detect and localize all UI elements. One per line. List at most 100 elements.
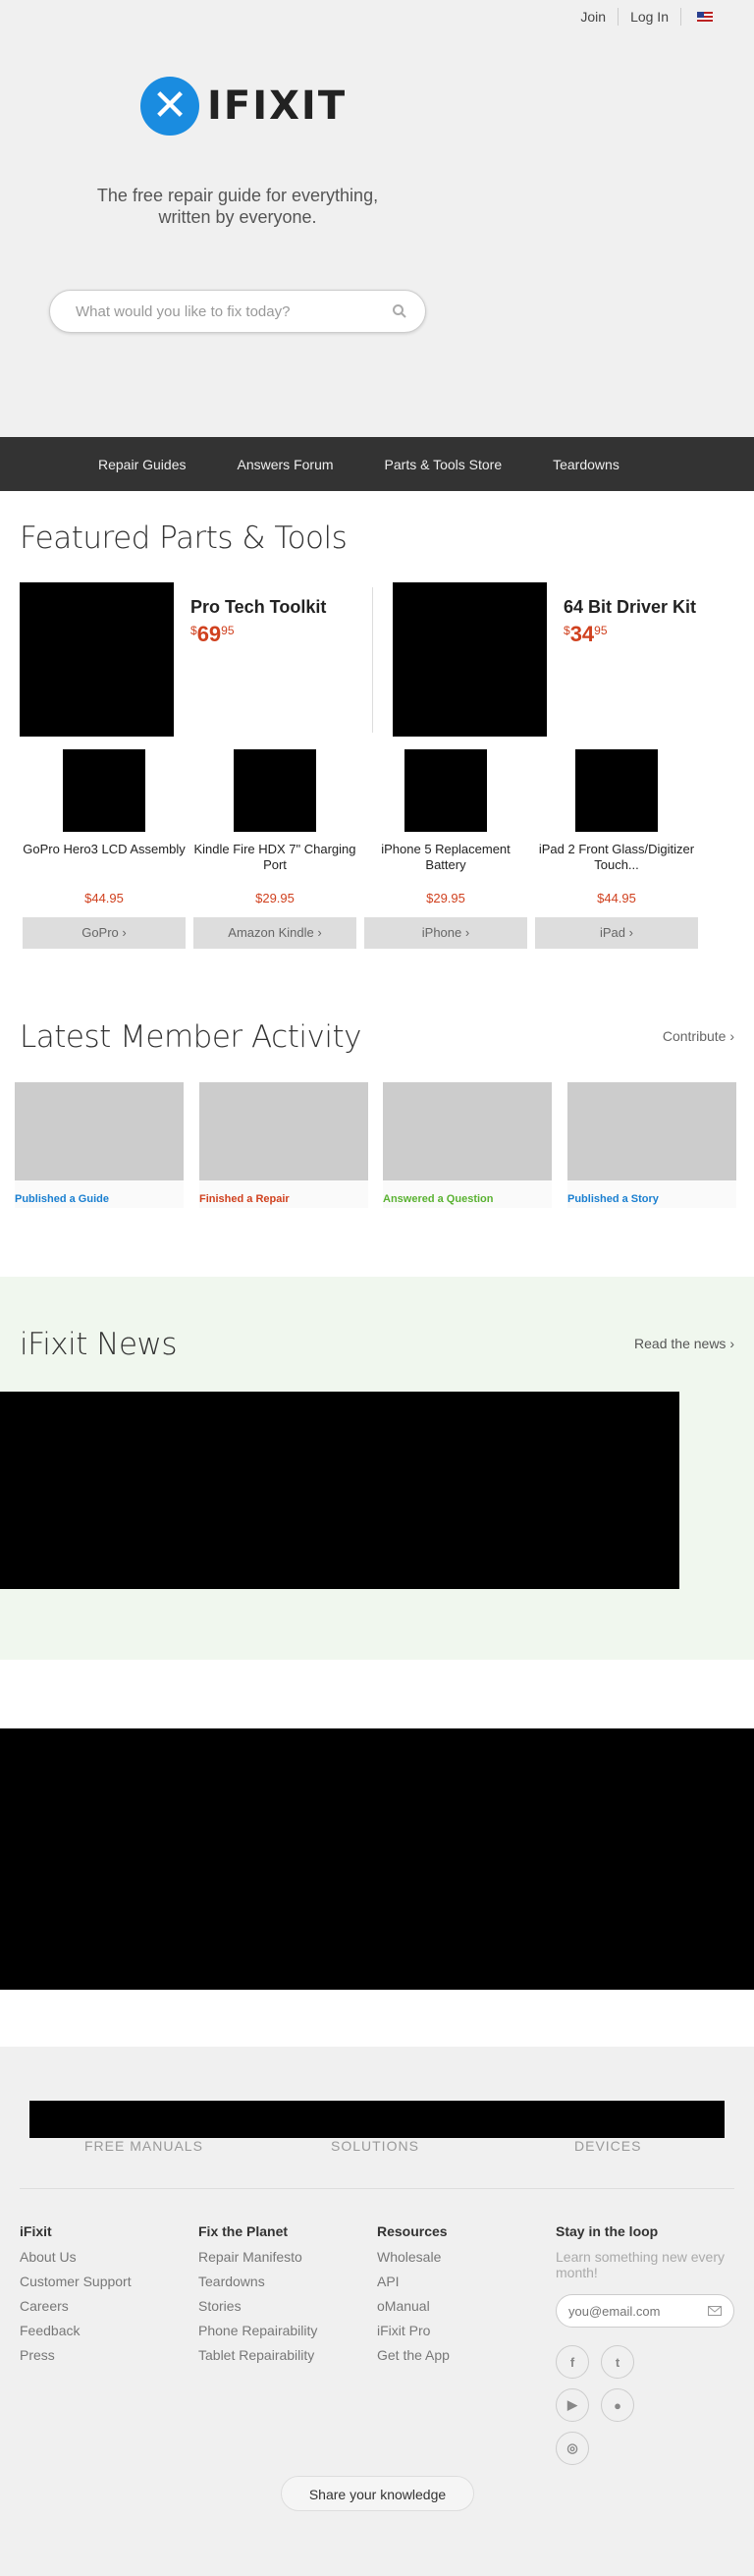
- nav-repair-guides[interactable]: Repair Guides: [98, 457, 187, 472]
- facebook-icon[interactable]: f: [556, 2345, 589, 2379]
- product-image[interactable]: [393, 582, 547, 737]
- product-name[interactable]: 64 Bit Driver Kit: [564, 597, 696, 618]
- product-card[interactable]: iPad 2 Front Glass/Digitizer Touch... $4…: [535, 749, 698, 949]
- product-image[interactable]: [404, 749, 487, 832]
- activity-label[interactable]: Finished a Repair: [199, 1180, 368, 1208]
- footer-cat-manuals[interactable]: FREE MANUALS: [84, 2138, 203, 2154]
- chevron-right-icon: ›: [122, 925, 127, 940]
- category-button[interactable]: GoPro ›: [23, 917, 186, 949]
- instagram-icon[interactable]: ◎: [556, 2432, 589, 2465]
- search-icon[interactable]: [392, 303, 407, 319]
- product-price: $44.95: [597, 891, 636, 905]
- column-heading: Resources: [377, 2223, 448, 2239]
- github-icon[interactable]: ●: [601, 2388, 634, 2422]
- activity-card[interactable]: Answered a Question: [383, 1082, 552, 1208]
- tagline: The free repair guide for everything, wr…: [96, 186, 379, 227]
- logo-text: IFIXIT: [207, 83, 348, 129]
- activity-card[interactable]: Published a Guide: [15, 1082, 184, 1208]
- product-image[interactable]: [20, 582, 174, 737]
- activity-image[interactable]: [15, 1082, 184, 1180]
- category-button[interactable]: iPad ›: [535, 917, 698, 949]
- product-name[interactable]: Pro Tech Toolkit: [190, 597, 326, 618]
- main-nav: Repair Guides Answers Forum Parts & Tool…: [0, 437, 754, 491]
- join-link[interactable]: Join: [580, 9, 606, 25]
- activity-image[interactable]: [567, 1082, 736, 1180]
- footer-link[interactable]: Press: [20, 2347, 132, 2364]
- footer-column-planet: Fix the Planet Repair Manifesto Teardown…: [198, 2223, 317, 2372]
- activity-label[interactable]: Published a Guide: [15, 1180, 184, 1208]
- footer-column-stay: Stay in the loop Learn something new eve…: [556, 2223, 742, 2465]
- ifixit-logo-icon: ✕: [140, 77, 199, 136]
- share-knowledge-button[interactable]: Share your knowledge: [281, 2476, 474, 2511]
- product-name[interactable]: GoPro Hero3 LCD Assembly: [23, 842, 186, 877]
- us-flag-icon[interactable]: [697, 12, 713, 22]
- nav-teardowns[interactable]: Teardowns: [553, 457, 619, 472]
- footer-link[interactable]: Repair Manifesto: [198, 2249, 317, 2266]
- activity-image[interactable]: [383, 1082, 552, 1180]
- divider: [20, 2188, 734, 2189]
- footer-link[interactable]: Phone Repairability: [198, 2323, 317, 2339]
- email-field[interactable]: [556, 2294, 734, 2328]
- footer-link[interactable]: About Us: [20, 2249, 132, 2266]
- divider: [680, 8, 681, 26]
- youtube-icon[interactable]: ▶: [556, 2388, 589, 2422]
- read-news-link[interactable]: Read the news ›: [634, 1336, 734, 1351]
- product-card[interactable]: Kindle Fire HDX 7" Charging Port $29.95 …: [193, 749, 356, 949]
- envelope-icon[interactable]: [708, 2306, 722, 2316]
- footer-link[interactable]: Wholesale: [377, 2249, 450, 2266]
- product-price: $29.95: [426, 891, 465, 905]
- product-price: $3495: [564, 622, 608, 646]
- search-input[interactable]: [76, 302, 392, 320]
- footer-cat-solutions[interactable]: SOLUTIONS: [331, 2138, 419, 2154]
- login-link[interactable]: Log In: [630, 9, 669, 25]
- footer-link[interactable]: oManual: [377, 2298, 450, 2315]
- nav-store[interactable]: Parts & Tools Store: [385, 457, 503, 472]
- product-name[interactable]: iPhone 5 Replacement Battery: [364, 842, 527, 877]
- category-button[interactable]: iPhone ›: [364, 917, 527, 949]
- footer-link[interactable]: iFixit Pro: [377, 2323, 450, 2339]
- footer-link[interactable]: Feedback: [20, 2323, 132, 2339]
- footer-link[interactable]: Careers: [20, 2298, 132, 2315]
- product-price: $44.95: [84, 891, 124, 905]
- category-button[interactable]: Amazon Kindle ›: [193, 917, 356, 949]
- contribute-link[interactable]: Contribute ›: [663, 1028, 734, 1044]
- footer-link[interactable]: Teardowns: [198, 2274, 317, 2290]
- top-nav: Join Log In: [580, 8, 713, 26]
- activity-label[interactable]: Answered a Question: [383, 1180, 552, 1208]
- footer-link[interactable]: Customer Support: [20, 2274, 132, 2290]
- video-banner[interactable]: [0, 1728, 754, 1990]
- product-image[interactable]: [63, 749, 145, 832]
- footer-link[interactable]: Tablet Repairability: [198, 2347, 317, 2364]
- product-image[interactable]: [575, 749, 658, 832]
- email-input[interactable]: [568, 2303, 686, 2319]
- product-card[interactable]: GoPro Hero3 LCD Assembly $44.95 GoPro ›: [23, 749, 186, 949]
- activity-label[interactable]: Published a Story: [567, 1180, 736, 1208]
- product-name[interactable]: Kindle Fire HDX 7" Charging Port: [193, 842, 356, 877]
- activity-card[interactable]: Finished a Repair: [199, 1082, 368, 1208]
- logo[interactable]: ✕ IFIXIT: [140, 77, 347, 136]
- footer-link[interactable]: Stories: [198, 2298, 317, 2315]
- product-card[interactable]: iPhone 5 Replacement Battery $29.95 iPho…: [364, 749, 527, 949]
- social-links: f t ▶ ● ◎: [556, 2345, 673, 2465]
- product-image[interactable]: [234, 749, 316, 832]
- nav-answers-forum[interactable]: Answers Forum: [238, 457, 334, 472]
- footer-cat-devices[interactable]: DEVICES: [574, 2138, 641, 2154]
- footer-link[interactable]: API: [377, 2274, 450, 2290]
- twitter-icon[interactable]: t: [601, 2345, 634, 2379]
- column-heading: iFixit: [20, 2223, 52, 2239]
- footer-link[interactable]: Get the App: [377, 2347, 450, 2364]
- column-heading: Stay in the loop: [556, 2223, 659, 2239]
- featured-product[interactable]: 64 Bit Driver Kit $3495: [393, 582, 696, 737]
- chevron-right-icon: ›: [729, 1336, 734, 1351]
- search-box[interactable]: [49, 290, 426, 333]
- featured-product[interactable]: Pro Tech Toolkit $6995: [20, 582, 326, 737]
- product-name[interactable]: iPad 2 Front Glass/Digitizer Touch...: [535, 842, 698, 877]
- chevron-right-icon: ›: [464, 925, 470, 940]
- news-image[interactable]: [0, 1392, 679, 1589]
- column-heading: Fix the Planet: [198, 2223, 289, 2239]
- activity-image[interactable]: [199, 1082, 368, 1180]
- activity-card[interactable]: Published a Story: [567, 1082, 736, 1208]
- divider: [618, 8, 619, 26]
- news-title: iFixit News: [20, 1327, 178, 1362]
- footer-column-ifixit: iFixit About Us Customer Support Careers…: [20, 2223, 132, 2372]
